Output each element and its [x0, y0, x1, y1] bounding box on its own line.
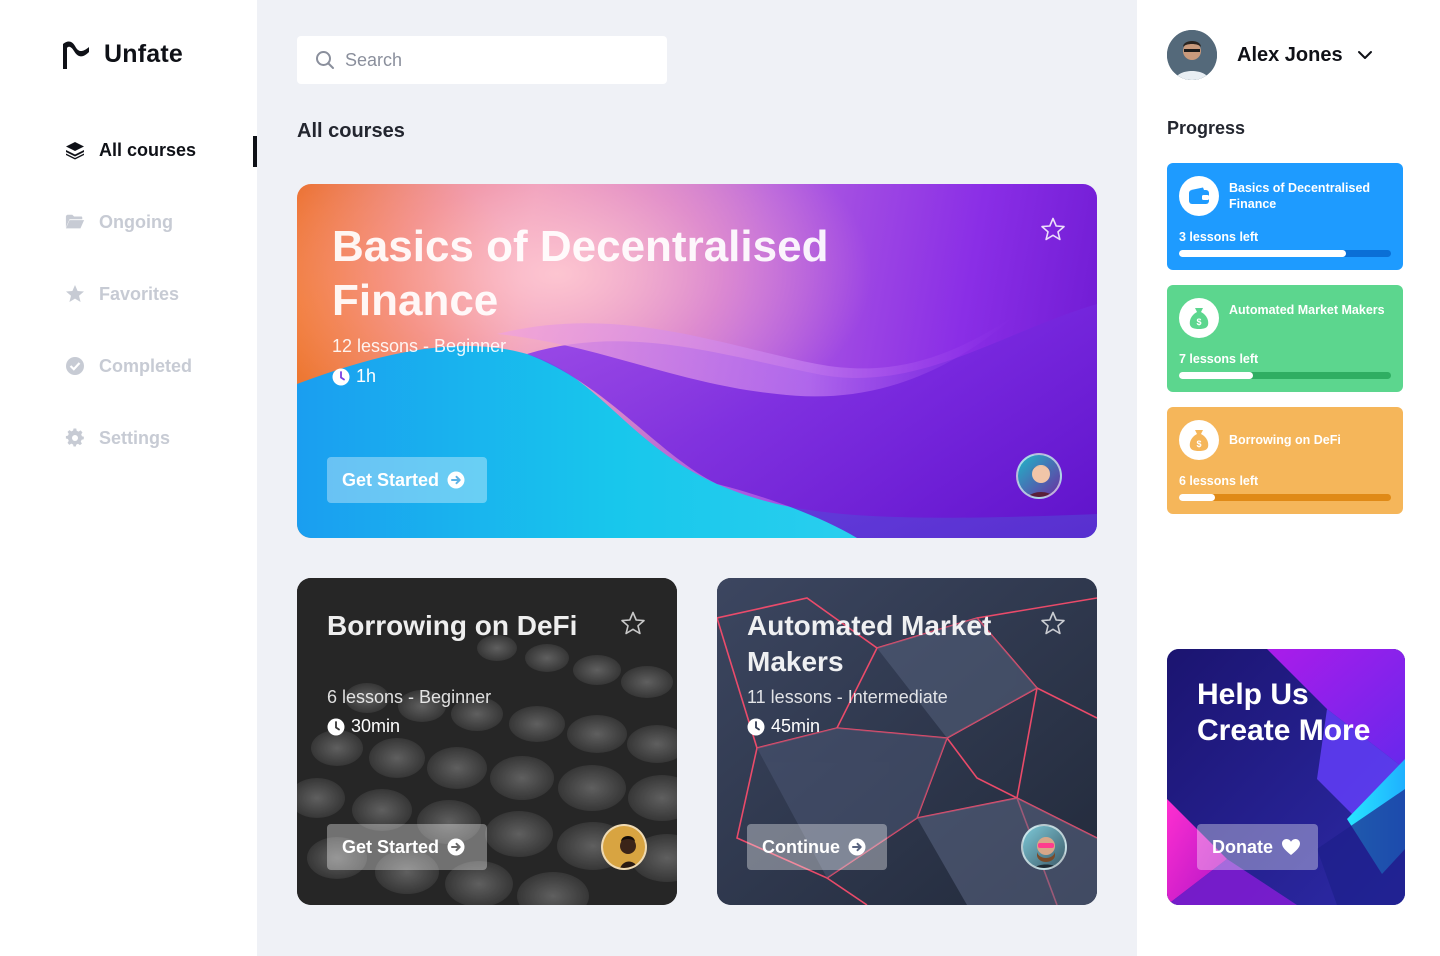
folder-icon	[65, 212, 85, 232]
sidebar-item-settings[interactable]: Settings	[0, 418, 257, 458]
star-outline-icon[interactable]	[1039, 216, 1067, 244]
progress-bar-fill	[1179, 250, 1347, 257]
star-outline-icon[interactable]	[619, 610, 647, 638]
sidebar-item-ongoing[interactable]: Ongoing	[0, 202, 257, 242]
arrow-circle-right-icon	[447, 471, 465, 489]
wallet-icon	[1179, 176, 1219, 216]
svg-text:$: $	[1196, 439, 1201, 449]
arrow-circle-right-icon	[447, 838, 465, 856]
donate-card: Help Us Create More Donate	[1167, 649, 1405, 905]
right-panel: Alex Jones Progress Basics of Decentrali…	[1137, 0, 1440, 956]
get-started-button[interactable]: Get Started	[327, 824, 487, 870]
course-meta: 12 lessons - Beginner	[332, 336, 507, 356]
user-name: Alex Jones	[1237, 43, 1343, 66]
continue-button[interactable]: Continue	[747, 824, 887, 870]
course-title: Automated Market Makers	[747, 610, 992, 677]
clock-icon	[747, 718, 765, 735]
course-title: Borrowing on DeFi	[327, 610, 578, 641]
course-duration-text: 1h	[356, 366, 377, 386]
course-duration: 1h	[332, 366, 376, 387]
avatar	[1016, 453, 1062, 499]
sidebar-item-label: All courses	[99, 139, 197, 160]
sidebar-item-completed[interactable]: Completed	[0, 346, 257, 386]
donate-title: Help Us Create More	[1197, 678, 1371, 747]
course-meta: 11 lessons - Intermediate	[747, 687, 948, 707]
button-label: Get Started	[342, 469, 440, 490]
money-bag-icon: $	[1179, 298, 1219, 338]
progress-title: Progress	[1167, 118, 1246, 138]
avatar	[601, 824, 647, 870]
sidebar-item-label: Settings	[99, 427, 171, 448]
user-menu[interactable]: Alex Jones	[1167, 30, 1373, 80]
sidebar: Unfate All courses Ongoing Favorites Com…	[0, 0, 257, 956]
button-label: Continue	[762, 836, 840, 857]
course-title: Basics of Decentralised Finance	[332, 222, 829, 325]
progress-bar	[1179, 494, 1391, 501]
app-name: Unfate	[104, 39, 183, 68]
gear-icon	[65, 428, 85, 448]
progress-bar	[1179, 250, 1391, 257]
course-card-hero[interactable]: Basics of Decentralised Finance 12 lesso…	[297, 184, 1097, 538]
avatar	[1167, 30, 1217, 80]
layers-icon	[65, 140, 85, 160]
progress-card-borrowing[interactable]: $ Borrowing on DeFi 6 lessons left	[1167, 407, 1403, 514]
search-icon	[316, 51, 334, 69]
star-icon	[65, 284, 85, 304]
course-duration: 45min	[747, 716, 820, 737]
sidebar-item-label: Ongoing	[99, 211, 173, 232]
lessons-left: 3 lessons left	[1179, 230, 1259, 244]
heart-icon	[1282, 839, 1301, 855]
course-card-amm[interactable]: Automated Market Makers 11 lessons - Int…	[717, 578, 1097, 905]
course-duration-text: 30min	[351, 716, 401, 736]
search-input[interactable]	[345, 49, 645, 71]
progress-course-title: Borrowing on DeFi	[1229, 433, 1341, 447]
chevron-down-icon[interactable]	[1357, 50, 1373, 60]
donate-button[interactable]: Donate	[1197, 824, 1318, 870]
clock-icon	[332, 368, 350, 385]
progress-bar-fill	[1179, 494, 1216, 501]
lessons-left: 7 lessons left	[1179, 352, 1259, 366]
button-label: Donate	[1212, 836, 1274, 857]
progress-course-title: Automated Market Makers	[1229, 303, 1385, 317]
button-label: Get Started	[342, 836, 440, 857]
progress-bar-fill	[1179, 372, 1254, 379]
lessons-left: 6 lessons left	[1179, 474, 1259, 488]
course-duration-text: 45min	[771, 716, 821, 736]
clock-icon	[327, 718, 345, 735]
course-duration: 30min	[327, 716, 400, 737]
avatar	[1021, 824, 1067, 870]
progress-bar	[1179, 372, 1391, 379]
sidebar-item-label: Favorites	[99, 283, 180, 304]
progress-card-amm[interactable]: $ Automated Market Makers 7 lessons left	[1167, 285, 1403, 392]
svg-text:$: $	[1196, 317, 1201, 327]
get-started-button[interactable]: Get Started	[327, 457, 487, 503]
check-circle-icon	[65, 356, 85, 376]
progress-course-title: Basics of Decentralised Finance	[1229, 181, 1371, 211]
course-meta: 6 lessons - Beginner	[327, 687, 492, 707]
arrow-circle-right-icon	[848, 838, 866, 856]
money-bag-icon: $	[1179, 420, 1219, 460]
main-content: All courses	[257, 0, 1137, 956]
logo[interactable]: Unfate	[60, 38, 183, 70]
course-card-borrowing[interactable]: Borrowing on DeFi 6 lessons - Beginner 3…	[297, 578, 677, 905]
sidebar-item-favorites[interactable]: Favorites	[0, 274, 257, 314]
star-outline-icon[interactable]	[1039, 610, 1067, 638]
sidebar-item-label: Completed	[99, 355, 193, 376]
sidebar-nav: All courses Ongoing Favorites Completed …	[0, 130, 257, 490]
flag-logo-icon	[63, 41, 89, 69]
progress-card-defi-basics[interactable]: Basics of Decentralised Finance 3 lesson…	[1167, 163, 1403, 270]
section-title: All courses	[297, 120, 405, 142]
sidebar-item-all-courses[interactable]: All courses	[0, 130, 257, 170]
search-box[interactable]	[297, 36, 667, 84]
